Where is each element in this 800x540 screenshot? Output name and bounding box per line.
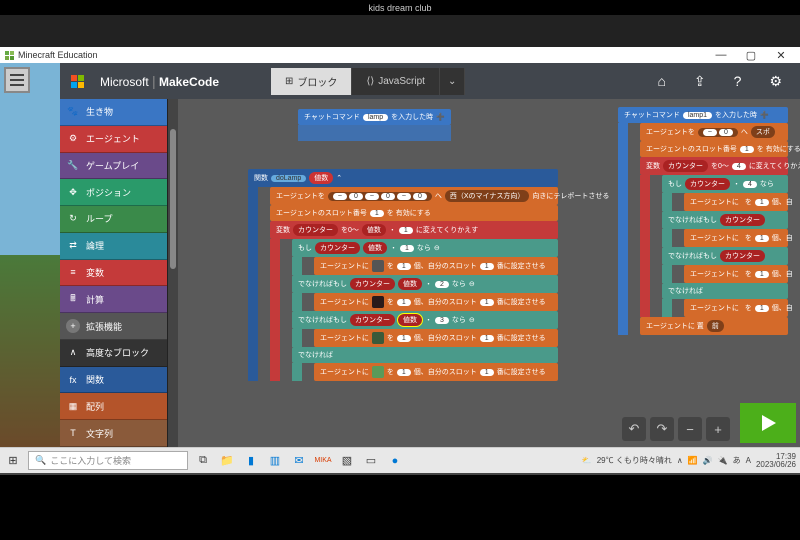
block-agent-set-3[interactable]: エージェントにを1個、自分のスロット1番に設定させる bbox=[314, 329, 558, 347]
block-agent-teleport[interactable]: エージェントを ~0~0~0 へ 西（Xのマイナス方向） 向きにテレポートさせる bbox=[270, 187, 558, 205]
editor-header: Microsoft | MakeCode ⊞ブロック ⟨⟩JavaScript … bbox=[60, 63, 800, 99]
zoom-in-button[interactable]: + bbox=[706, 417, 730, 441]
undo-button[interactable]: ↶ bbox=[622, 417, 646, 441]
block-agent-set-2[interactable]: エージェントにを1個、自分のスロット1番に設定させる bbox=[314, 293, 558, 311]
block-r-set3[interactable]: エージェントにを1個、自 bbox=[684, 265, 788, 283]
wifi-icon[interactable]: 📶 bbox=[688, 456, 698, 465]
play-icon bbox=[756, 411, 780, 435]
tab-blocks[interactable]: ⊞ブロック bbox=[271, 68, 352, 95]
explorer-icon[interactable]: 📁 bbox=[218, 452, 236, 470]
block-r-slot[interactable]: エージェントのスロット番号1を 有効にする bbox=[640, 141, 788, 157]
cat-variables[interactable]: ≡変数 bbox=[60, 260, 167, 287]
bottom-letterbox bbox=[0, 473, 800, 540]
battery-icon[interactable]: 🔌 bbox=[718, 456, 728, 465]
tray-chevron-icon[interactable]: ∧ bbox=[677, 456, 683, 465]
block-function-def[interactable]: 関数 doLamp 値数 ⌃ bbox=[248, 169, 558, 187]
cat-creatures[interactable]: 🐾生き物 bbox=[60, 99, 167, 126]
block-r-else[interactable]: でなければ bbox=[662, 283, 788, 299]
block-else[interactable]: でなければ bbox=[292, 347, 558, 363]
task-view-icon[interactable]: ⧉ bbox=[194, 452, 212, 470]
share-icon[interactable]: ⇪ bbox=[686, 73, 714, 90]
run-button[interactable] bbox=[740, 403, 796, 443]
block-agent-set-4[interactable]: エージェントにを1個、自分のスロット1番に設定させる bbox=[314, 363, 558, 381]
cat-gameplay[interactable]: 🔧ゲームプレイ bbox=[60, 153, 167, 180]
cat-text[interactable]: T文字列 bbox=[60, 420, 167, 447]
block-for-loop[interactable]: 変数カウンターを0～ 値数・1に変えてくりかえす bbox=[270, 221, 558, 239]
block-chat-command-2[interactable]: チャットコマンドlamp1を入力した時➕ bbox=[618, 107, 788, 123]
minecraft-icon[interactable]: ▧ bbox=[338, 452, 356, 470]
cat-advanced[interactable]: ∧高度なブロック bbox=[60, 340, 167, 367]
tab-javascript[interactable]: ⟨⟩JavaScript bbox=[352, 68, 440, 95]
cat-logic[interactable]: ⇄論理 bbox=[60, 233, 167, 260]
app-icon-3[interactable]: MIKA bbox=[314, 452, 332, 470]
window-titlebar: Minecraft Education — ▢ ✕ bbox=[0, 47, 800, 63]
block-agent-set[interactable]: エージェントにを1個、自分のスロット1番に設定させる bbox=[314, 257, 558, 275]
minimize-button[interactable]: — bbox=[706, 49, 736, 61]
block-if[interactable]: もし カウンター 値数 ・1なら⊖ bbox=[292, 239, 558, 257]
block-r-elif[interactable]: でなければもしカウンター bbox=[662, 211, 788, 229]
microsoft-logo-icon bbox=[70, 74, 84, 88]
block-canvas[interactable]: チャットコマンド lamp を入力した時 ➕ 関数 doLamp 値数 ⌃ bbox=[178, 99, 800, 447]
home-icon[interactable]: ⌂ bbox=[649, 73, 673, 89]
app-icon-5[interactable]: ● bbox=[386, 452, 404, 470]
block-r-agent[interactable]: エージェントを~0へスポ bbox=[640, 123, 788, 141]
cat-loop[interactable]: ↻ループ bbox=[60, 206, 167, 233]
app-icon-4[interactable]: ▭ bbox=[362, 452, 380, 470]
chevron-down-icon: ⌄ bbox=[448, 76, 456, 87]
ime-icon[interactable]: あ bbox=[733, 455, 741, 466]
menu-button[interactable] bbox=[4, 67, 30, 93]
app-icon-1[interactable]: ▮ bbox=[242, 452, 260, 470]
start-button[interactable]: ⊞ bbox=[4, 452, 22, 470]
toolbox-scrollbar[interactable] bbox=[168, 99, 178, 447]
block-elseif-2[interactable]: でなければもしカウンター値数・3なら⊖ bbox=[292, 311, 558, 329]
cat-math[interactable]: 🖩計算 bbox=[60, 286, 167, 313]
block-r-loop[interactable]: 変数カウンターを0～4に変えてくりかえす bbox=[640, 157, 788, 175]
help-icon[interactable]: ? bbox=[726, 73, 750, 89]
block-r-elif2[interactable]: でなければもしカウンター bbox=[662, 247, 788, 265]
block-agent-slot[interactable]: エージェントのスロット番号1を 有効にする bbox=[270, 205, 558, 221]
weather-text[interactable]: 29℃ くもり時々晴れ bbox=[597, 455, 672, 466]
toolbox: 🐾生き物 ⚙エージェント 🔧ゲームプレイ ✥ポジション ↻ループ ⇄論理 ≡変数… bbox=[60, 99, 168, 447]
windows-taskbar: ⊞ 🔍 ここに入力して検索 ⧉ 📁 ▮ ▥ ✉ MIKA ▧ ▭ ● ⛅ 29℃… bbox=[0, 447, 800, 473]
game-preview bbox=[0, 63, 60, 447]
cat-position[interactable]: ✥ポジション bbox=[60, 179, 167, 206]
weather-icon[interactable]: ⛅ bbox=[582, 456, 592, 465]
clock-date[interactable]: 2023/06/26 bbox=[756, 460, 796, 469]
system-tray: ⛅ 29℃ くもり時々晴れ ∧ 📶 🔊 🔌 あ A 17:39 2023/06/… bbox=[582, 453, 796, 469]
block-r-set2[interactable]: エージェントにを1個、自 bbox=[684, 229, 788, 247]
block-elseif[interactable]: でなければもしカウンター値数・2なら⊖ bbox=[292, 275, 558, 293]
cat-arrays[interactable]: ▦配列 bbox=[60, 393, 167, 420]
redacted-area bbox=[0, 15, 800, 47]
block-r-place[interactable]: エージェントに 置前 bbox=[640, 317, 788, 335]
js-icon: ⟨⟩ bbox=[366, 76, 374, 87]
cat-functions[interactable]: fx関数 bbox=[60, 367, 167, 394]
block-r-set4[interactable]: エージェントにを1個、自 bbox=[684, 299, 788, 317]
redo-button[interactable]: ↷ bbox=[650, 417, 674, 441]
close-button[interactable]: ✕ bbox=[766, 49, 796, 62]
tab-language-dropdown[interactable]: ⌄ bbox=[440, 68, 465, 95]
settings-icon[interactable]: ⚙ bbox=[761, 73, 790, 90]
block-r-if[interactable]: もしカウンター・4なら bbox=[662, 175, 788, 193]
brand-label: Microsoft | MakeCode bbox=[96, 73, 219, 89]
block-r-set[interactable]: エージェントにを1個、自 bbox=[684, 193, 788, 211]
block-chat-command[interactable]: チャットコマンド lamp を入力した時 ➕ bbox=[298, 109, 451, 125]
zoom-out-button[interactable]: − bbox=[678, 417, 702, 441]
blocks-icon: ⊞ bbox=[285, 76, 293, 87]
maximize-button[interactable]: ▢ bbox=[736, 49, 766, 62]
window-title: Minecraft Education bbox=[18, 50, 98, 60]
app-icon-2[interactable]: ▥ bbox=[266, 452, 284, 470]
browser-tab: kids dream club bbox=[0, 0, 800, 15]
cat-extensions[interactable]: +拡張機能 bbox=[60, 313, 167, 340]
minecraft-logo-icon bbox=[4, 50, 14, 60]
search-icon: 🔍 bbox=[35, 455, 46, 466]
volume-icon[interactable]: 🔊 bbox=[703, 456, 713, 465]
mail-icon[interactable]: ✉ bbox=[290, 452, 308, 470]
taskbar-search[interactable]: 🔍 ここに入力して検索 bbox=[28, 451, 188, 470]
cat-agent[interactable]: ⚙エージェント bbox=[60, 126, 167, 153]
scrollbar-thumb[interactable] bbox=[170, 129, 176, 269]
